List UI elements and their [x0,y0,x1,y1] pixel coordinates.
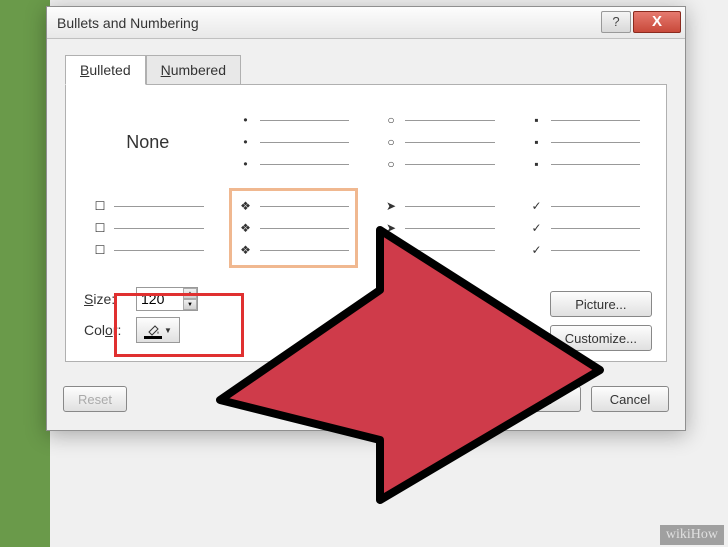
bullet-option-disc[interactable]: • • • [230,103,358,181]
bullet-option-box[interactable]: ☐ ☐ ☐ [84,189,212,267]
dialog-title: Bullets and Numbering [57,15,601,31]
customize-button[interactable]: Customize... [550,325,652,351]
color-label: Color: [84,322,128,338]
chevron-down-icon: ▼ [164,326,172,335]
size-label: Size: [84,291,128,307]
bullet-option-diamond[interactable]: ❖ ❖ ❖ [230,189,358,267]
dialog-footer: Reset OK Cancel [47,374,685,430]
picture-button[interactable]: Picture... [550,291,652,317]
tab-numbered[interactable]: Numbered [146,55,241,85]
reset-button: Reset [63,386,127,412]
bullet-option-square[interactable]: ▪ ▪ ▪ [521,103,649,181]
tab-strip: Bulleted Numbered [65,55,667,85]
watermark: wikiHow [660,525,724,545]
tab-bulleted[interactable]: Bulleted [65,55,146,85]
help-icon: ? [612,14,619,29]
ok-button[interactable]: OK [503,386,581,412]
bullet-option-circle[interactable]: ○ ○ ○ [375,103,503,181]
titlebar[interactable]: Bullets and Numbering ? X [47,7,685,39]
close-button[interactable]: X [633,11,681,33]
bullet-style-grid: None • • • ○ ○ ○ ▪ ▪ ▪ ☐ [84,103,648,267]
color-picker-button[interactable]: ▼ [136,317,180,343]
help-button[interactable]: ? [601,11,631,33]
tab-panel-bulleted: None • • • ○ ○ ○ ▪ ▪ ▪ ☐ [65,84,667,362]
bullets-numbering-dialog: Bullets and Numbering ? X Bulleted Numbe… [46,6,686,431]
bullet-option-check[interactable]: ✓ ✓ ✓ [521,189,649,267]
close-icon: X [652,13,662,30]
bullet-option-none[interactable]: None [84,103,212,181]
spinner-up-icon[interactable]: ▲ [183,288,197,299]
spinner-down-icon[interactable]: ▼ [183,299,197,310]
size-spinner[interactable]: ▲ ▼ [136,287,198,311]
cancel-button[interactable]: Cancel [591,386,669,412]
bullet-option-arrow[interactable]: ➤ ➤ ➤ [375,189,503,267]
